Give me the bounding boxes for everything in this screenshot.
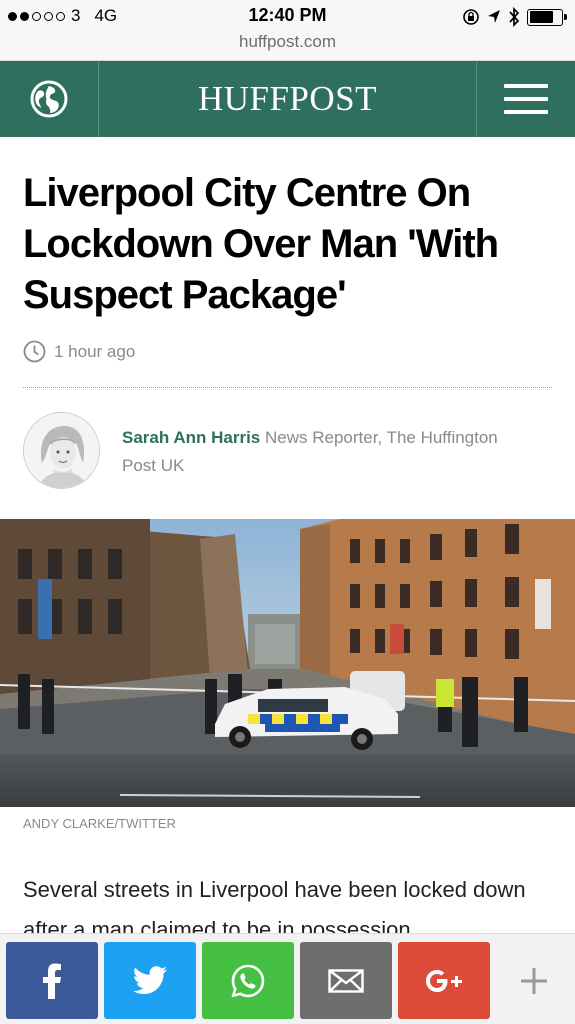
globe-icon: [30, 80, 68, 118]
battery-icon: [527, 8, 567, 26]
article-headline: Liverpool City Centre On Lockdown Over M…: [23, 171, 499, 317]
whatsapp-icon: [231, 964, 265, 998]
site-logo[interactable]: HUFFPOST: [99, 61, 476, 137]
divider: [23, 387, 552, 388]
edition-button[interactable]: [0, 61, 99, 137]
article-photo[interactable]: [0, 519, 575, 807]
author-name[interactable]: Sarah Ann Harris: [122, 428, 260, 447]
whatsapp-share-button[interactable]: [202, 942, 294, 1019]
article-timestamp: 1 hour ago: [23, 340, 135, 363]
bluetooth-icon: [509, 7, 520, 27]
more-share-button[interactable]: [496, 942, 572, 1019]
email-share-button[interactable]: [300, 942, 392, 1019]
section-label[interactable]: UK: [24, 128, 46, 140]
hamburger-menu-icon: [504, 84, 548, 114]
clock-icon: [23, 340, 46, 363]
email-icon: [328, 968, 364, 993]
twitter-icon: [133, 965, 167, 994]
menu-button[interactable]: [476, 61, 575, 137]
plus-icon: [521, 967, 547, 994]
status-bar: 3 4G 12:40 PM: [0, 0, 575, 31]
facebook-share-button[interactable]: [6, 942, 98, 1019]
article-body: Several streets in Liverpool have been l…: [23, 877, 526, 940]
status-icons: [462, 7, 567, 27]
rotation-lock-icon: [463, 9, 479, 25]
facebook-icon: [43, 963, 61, 999]
url-bar[interactable]: huffpost.com: [0, 31, 575, 61]
twitter-share-button[interactable]: [104, 942, 196, 1019]
google-plus-icon: [426, 969, 462, 992]
url-text: huffpost.com: [238, 32, 337, 51]
location-icon: [488, 10, 500, 23]
author-byline: Sarah Ann Harris News Reporter, The Huff…: [23, 412, 553, 489]
timestamp-text: 1 hour ago: [54, 341, 136, 361]
author-avatar[interactable]: [23, 412, 100, 489]
author-info: Sarah Ann Harris News Reporter, The Huff…: [122, 424, 532, 489]
site-header: HUFFPOST: [0, 61, 575, 137]
photo-credit: ANDY CLARKE/TWITTER: [23, 816, 176, 831]
google-plus-share-button[interactable]: [398, 942, 490, 1019]
share-bar: [0, 933, 575, 1024]
